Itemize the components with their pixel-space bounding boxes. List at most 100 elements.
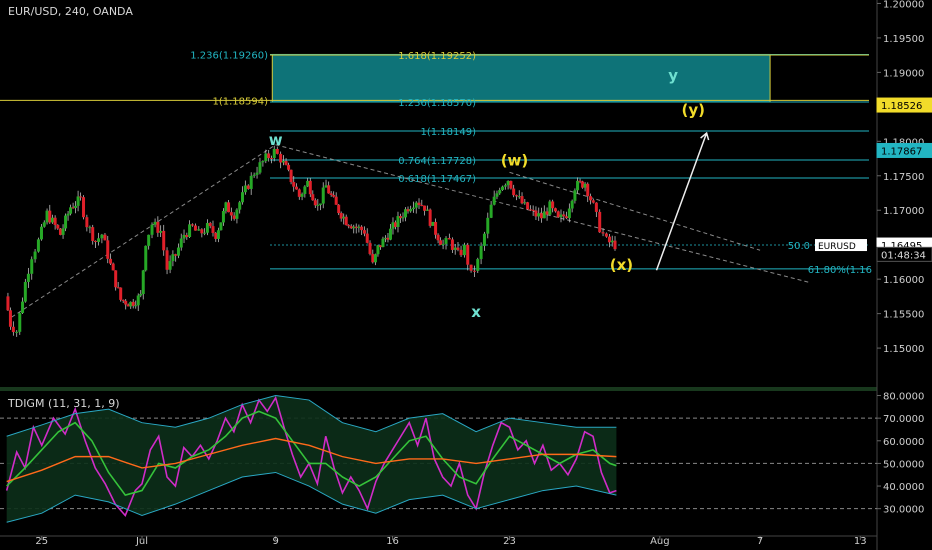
wave-label: x [471,303,481,321]
projection-arrow[interactable] [655,132,708,271]
candle-body [565,216,569,219]
candle-body [238,202,242,210]
candle-body [297,189,301,197]
fib-level-label: 1.236(1.18570) [398,98,476,109]
candle-body [111,263,115,271]
candle-body [295,186,299,190]
candle-body [53,217,57,225]
candle-body [74,205,78,208]
candle-body [462,244,466,256]
candle-body [224,202,228,212]
candle-body [39,226,43,240]
candle-body [36,239,40,252]
candle-body [8,310,12,327]
candle-body [159,230,163,233]
candle-body [76,196,80,206]
candle-body [150,224,154,235]
candle-body [79,196,83,198]
candle-body [269,158,273,160]
candle-body [523,202,527,204]
candle-body [23,281,27,302]
candle-body [509,180,513,189]
candle-body [548,201,552,215]
candle-body [482,233,486,246]
candle-body [26,273,30,282]
candle-body [182,234,186,239]
candle-body [147,234,151,246]
candle-body [414,202,418,208]
candle-body [252,174,256,176]
target-zone-box[interactable] [271,53,771,103]
candle-body [171,254,175,262]
candle-body [144,245,148,271]
candle-body [58,228,62,235]
candle-body [162,230,166,251]
candle-body [556,211,560,218]
wave-label: (y) [681,101,705,119]
candle-body [436,234,440,241]
candle-body [388,228,392,240]
time-tick-label: Aug [650,536,670,547]
candle-body [82,197,86,218]
candle-body [258,162,262,173]
candle-body [479,245,483,260]
wave-label: w [269,131,283,149]
candle-body [64,215,68,229]
fib-level-label: 1(1.18594) [212,96,268,107]
indicator-tick-label: 50.0000 [883,459,924,470]
candle-body [373,254,377,263]
wave-label: y [668,67,678,85]
candle-body [428,209,432,226]
candle-body [573,190,577,201]
candle-body [300,193,304,197]
candle-body [56,224,60,229]
candle-body [551,201,555,209]
candle-body [423,205,427,211]
candle-body [188,224,192,238]
candle-body [119,287,123,300]
price-tick-label: 1.20000 [883,0,924,10]
candle-body [441,243,445,245]
candle-body [153,221,157,225]
candle-body [431,221,435,226]
price-tag-label: 01:48:34 [881,250,926,261]
candle-body [318,203,322,205]
candle-body [411,207,415,210]
candle-body [292,182,296,187]
candle-body [553,208,557,212]
candle-body [106,240,110,259]
candle-body [134,305,138,307]
candle-body [334,196,338,205]
candle-body [48,210,52,223]
candle-body [498,189,502,194]
candle-body [200,229,204,234]
time-tick-label: 9 [272,536,278,547]
candle-body [542,211,546,219]
candle-body [103,234,107,241]
tradingview-chart[interactable]: 1.200001.195001.190001.185001.180001.175… [0,0,932,550]
candle-body [66,213,70,216]
candle-body [139,294,143,296]
indicator-tick-label: 60.0000 [883,437,924,448]
candle-body [381,238,385,248]
candle-body [203,232,207,234]
candle-body [324,185,328,188]
candle-body [11,326,15,333]
candle-body [450,239,454,250]
candle-body [91,227,95,241]
candle-body [88,227,92,229]
candle-body [264,153,268,162]
candle-body [570,200,574,209]
candle-body [321,187,325,204]
candle-body [466,244,470,265]
indicator-tick-label: 70.0000 [883,414,924,425]
candle-body [610,240,614,243]
candle-body [249,175,253,189]
candle-body [365,233,369,243]
candle-body [124,300,128,305]
candle-body [417,202,421,206]
fib-level-label: 1(1.18149) [420,127,476,138]
candle-body [567,208,571,219]
time-tick-label: 16 [386,536,399,547]
candle-body [514,195,518,197]
